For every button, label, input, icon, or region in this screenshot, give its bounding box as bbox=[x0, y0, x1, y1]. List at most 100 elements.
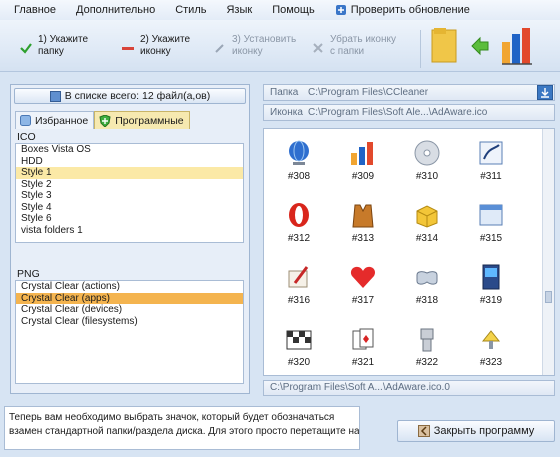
list-item[interactable]: HDD bbox=[16, 156, 243, 168]
list-item[interactable]: Style 6 bbox=[16, 213, 243, 225]
hint-text-box: Теперь вам необходимо выбрать значок, ко… bbox=[4, 406, 360, 450]
menu-help[interactable]: Помощь bbox=[262, 4, 325, 16]
icon-grid-scrollbar[interactable] bbox=[542, 129, 554, 375]
menu-style[interactable]: Стиль bbox=[165, 4, 216, 16]
opera-icon bbox=[289, 203, 309, 227]
download-button[interactable] bbox=[537, 85, 553, 100]
file-count-button[interactable]: В списке всего: 12 файл(а,ов) bbox=[14, 88, 246, 104]
heart-icon bbox=[350, 266, 376, 288]
icon-cell[interactable]: #312 bbox=[274, 201, 324, 261]
tab-favorites-label: Избранное bbox=[35, 114, 89, 127]
x-icon bbox=[313, 43, 323, 53]
icon-cell[interactable]: #315 bbox=[466, 201, 516, 261]
icon-cell[interactable]: #317 bbox=[338, 263, 388, 323]
scrollbar-thumb[interactable] bbox=[545, 291, 552, 303]
close-program-button[interactable]: Закрыть программу bbox=[397, 420, 555, 442]
icon-number: #317 bbox=[351, 295, 375, 306]
favorites-icon bbox=[20, 115, 31, 126]
icon-cell[interactable]: #311 bbox=[466, 139, 516, 199]
step1-label: 1) Укажите папку bbox=[38, 34, 89, 57]
gamepad-icon bbox=[416, 271, 438, 285]
icon-path-value: C:\Program Files\Soft Ale...\AdAware.ico bbox=[308, 107, 488, 118]
close-program-label: Закрыть программу bbox=[433, 425, 535, 437]
icon-cell[interactable]: #316 bbox=[274, 263, 324, 323]
list-item-selected[interactable]: Crystal Clear (apps) bbox=[16, 292, 243, 304]
icon-number: #310 bbox=[415, 171, 439, 182]
close-icon bbox=[417, 425, 430, 437]
list-item[interactable]: Boxes Vista OS bbox=[16, 144, 243, 156]
ico-section-heading: ICO bbox=[17, 131, 36, 143]
arrow-left-icon bbox=[471, 36, 489, 56]
icon-number: #322 bbox=[415, 357, 439, 368]
arcade-icon bbox=[482, 264, 500, 290]
folder-path-row: Папка C:\Program Files\CCleaner bbox=[263, 84, 555, 101]
tab-bar: Избранное Программные bbox=[15, 111, 190, 129]
icon-grid: #308 #309 #310 #311 #312 #313 #314 #315 … bbox=[263, 128, 555, 376]
tab-favorites[interactable]: Избранное bbox=[15, 111, 95, 129]
list-item-selected[interactable]: Style 1 bbox=[16, 167, 243, 179]
ico-list: Boxes Vista OS HDD Style 1 Style 2 Style… bbox=[15, 143, 244, 243]
tab-programs[interactable]: Программные bbox=[94, 111, 190, 129]
remove-icon-button[interactable]: Убрать иконку с папки bbox=[312, 34, 396, 64]
download-icon bbox=[541, 88, 549, 98]
icon-cell[interactable]: #323 bbox=[466, 325, 516, 375]
wand-icon bbox=[215, 44, 224, 53]
icon-number: #312 bbox=[287, 233, 311, 244]
icon-path-label: Иконка bbox=[270, 107, 303, 118]
bar-chart-icon bbox=[351, 142, 373, 165]
package-icon bbox=[416, 205, 438, 228]
icon-cell[interactable]: #313 bbox=[338, 201, 388, 261]
icon-cell[interactable]: #321 bbox=[338, 325, 388, 375]
update-label: Проверить обновление bbox=[350, 4, 470, 16]
step3-label: 3) Установить иконку bbox=[232, 34, 297, 57]
icon-number: #316 bbox=[287, 295, 311, 306]
chess-board-icon bbox=[286, 330, 312, 350]
select-folder-button[interactable]: 1) Укажите папку bbox=[20, 34, 88, 64]
png-list: Crystal Clear (actions) Crystal Clear (a… bbox=[15, 280, 244, 384]
icon-number: #321 bbox=[351, 357, 375, 368]
icon-cell[interactable]: #310 bbox=[402, 139, 452, 199]
hint-line-1: Теперь вам необходимо выбрать значок, ко… bbox=[9, 412, 335, 423]
list-item[interactable]: Crystal Clear (actions) bbox=[16, 281, 243, 293]
icon-cell[interactable]: #319 bbox=[466, 263, 516, 323]
menu-main[interactable]: Главное bbox=[0, 4, 66, 16]
icon-cell[interactable]: #318 bbox=[402, 263, 452, 323]
icon-number: #320 bbox=[287, 357, 311, 368]
list-item[interactable]: Style 2 bbox=[16, 179, 243, 191]
icon-cell[interactable]: #309 bbox=[338, 139, 388, 199]
icon-number: #319 bbox=[479, 295, 503, 306]
vest-icon bbox=[352, 204, 374, 228]
icon-preview-icon[interactable] bbox=[500, 24, 540, 68]
menu-check-update[interactable]: Проверить обновление bbox=[325, 4, 480, 16]
file-list-panel: В списке всего: 12 файл(а,ов) Избранное … bbox=[10, 84, 250, 394]
shield-icon bbox=[99, 114, 111, 127]
menu-advanced[interactable]: Дополнительно bbox=[66, 4, 165, 16]
menu-language[interactable]: Язык bbox=[216, 4, 262, 16]
icon-number: #311 bbox=[480, 171, 502, 182]
folder-preview-icon[interactable] bbox=[430, 26, 460, 66]
globe-monitor-icon bbox=[289, 140, 309, 165]
toolbar-separator bbox=[420, 30, 421, 68]
list-item[interactable]: vista folders 1 bbox=[16, 225, 243, 237]
remove-label: Убрать иконку с папки bbox=[330, 34, 396, 57]
icon-cell[interactable]: #308 bbox=[274, 139, 324, 199]
select-icon-button[interactable]: 2) Укажите иконку bbox=[122, 34, 190, 64]
toolbar: 1) Укажите папку 2) Укажите иконку 3) Ус… bbox=[0, 20, 560, 72]
icon-number: #323 bbox=[479, 357, 503, 368]
robot-icon bbox=[420, 328, 434, 352]
list-item[interactable]: Style 3 bbox=[16, 190, 243, 202]
icon-browser-panel: Папка C:\Program Files\CCleaner Иконка C… bbox=[263, 84, 555, 396]
icon-cell[interactable]: #322 bbox=[402, 325, 452, 375]
list-item[interactable]: Crystal Clear (devices) bbox=[16, 304, 243, 316]
png-section-heading: PNG bbox=[17, 268, 40, 280]
paint-icon bbox=[288, 266, 309, 288]
checkmark-icon bbox=[20, 43, 32, 54]
list-item[interactable]: Style 4 bbox=[16, 202, 243, 214]
pen-tool-icon bbox=[479, 141, 503, 165]
icon-cell[interactable]: #314 bbox=[402, 201, 452, 261]
set-icon-button[interactable]: 3) Установить иконку bbox=[214, 34, 296, 64]
icon-number: #309 bbox=[351, 171, 375, 182]
list-item[interactable]: Crystal Clear (filesystems) bbox=[16, 316, 243, 328]
icon-cell[interactable]: #320 bbox=[274, 325, 324, 375]
update-icon bbox=[335, 5, 346, 15]
